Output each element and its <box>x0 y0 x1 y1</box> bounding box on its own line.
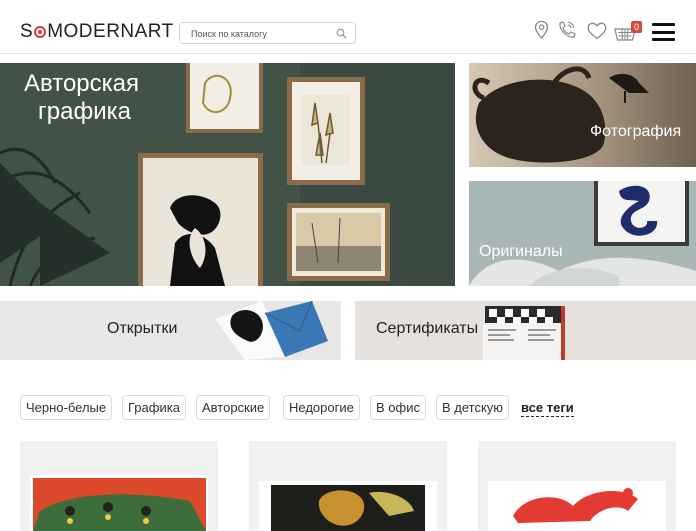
product-card-1[interactable] <box>20 441 218 531</box>
tag-kids-room[interactable]: В детскую <box>436 395 510 420</box>
search-box[interactable] <box>179 22 356 44</box>
banner-originals[interactable]: Оригиналы <box>469 181 696 286</box>
product-card-2[interactable] <box>249 441 447 531</box>
banner-originals-label: Оригиналы <box>479 243 563 260</box>
location-icon[interactable] <box>534 20 549 40</box>
cart-count-badge: 0 <box>631 21 642 33</box>
site-header: S MODERNART 0 <box>0 0 696 54</box>
postcards-label: Открытки <box>107 320 178 337</box>
search-icon[interactable] <box>336 28 347 39</box>
logo-circle-icon <box>34 26 47 38</box>
logo-text: MODERNART <box>47 21 174 42</box>
banner-photography-image <box>469 63 696 167</box>
banner-author-graphics-title: Авторская графика <box>24 70 140 126</box>
search-input[interactable] <box>191 26 331 41</box>
product-image-2 <box>249 441 447 531</box>
menu-icon[interactable] <box>652 23 675 41</box>
tag-black-white[interactable]: Черно-белые <box>20 395 113 420</box>
logo[interactable]: S MODERNART <box>20 22 174 42</box>
heart-icon[interactable] <box>587 22 607 40</box>
banner-title-line1: Авторская <box>24 70 140 97</box>
banner-photography[interactable]: Фотография <box>469 63 696 167</box>
banner-originals-image <box>469 181 696 286</box>
tag-graphics[interactable]: Графика <box>122 395 186 420</box>
banner-photography-label: Фотография <box>590 123 682 140</box>
product-image-1 <box>20 441 218 531</box>
category-certificates[interactable]: Сертификаты <box>355 301 696 360</box>
product-card-3[interactable] <box>478 441 676 531</box>
banner-author-graphics[interactable]: Авторская графика <box>0 63 455 286</box>
certificates-label: Сертификаты <box>376 320 479 337</box>
all-tags-link[interactable]: все теги <box>521 395 574 420</box>
tag-inexpensive[interactable]: Недорогие <box>283 395 360 420</box>
logo-text-s: S <box>20 21 34 42</box>
category-postcards[interactable]: Открытки <box>0 301 341 360</box>
banner-title-line2: графика <box>38 98 131 125</box>
phone-icon[interactable] <box>557 20 576 40</box>
tag-author[interactable]: Авторские <box>196 395 271 420</box>
tag-office[interactable]: В офис <box>370 395 426 420</box>
product-image-3 <box>478 441 676 531</box>
